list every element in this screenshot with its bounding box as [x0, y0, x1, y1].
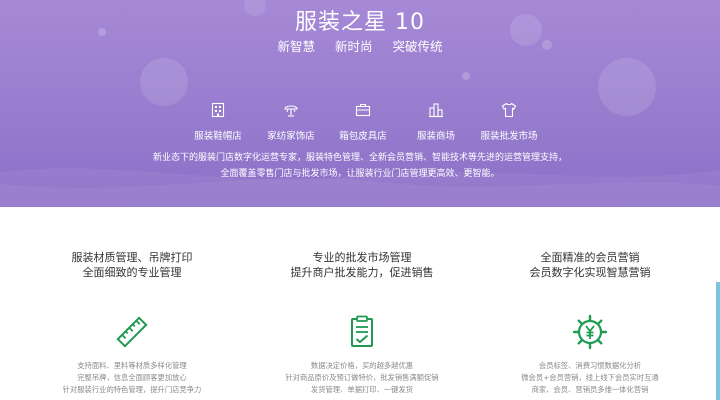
hero-subtitle-item: 新时尚 — [334, 39, 373, 54]
feature-title-line: 会员数字化实现智慧营销 — [529, 266, 651, 279]
feature-description-line: 完整吊牌，信息全面顾客更加放心 — [77, 373, 187, 382]
hero-banner: 服装之星 10 新智慧 新时尚 突破传统 服装鞋帽店 家纺家饰店 箱包皮具店 服… — [0, 0, 720, 207]
floating-side-tab[interactable] — [716, 282, 720, 400]
feature-description: 会员标签、消费习惯数据化分析 微会员+会员营销，线上线下会员实时互通 商家、会员… — [490, 360, 690, 396]
document-icon — [351, 315, 373, 347]
hero-description: 新业态下的服装门店数字化运营专家，服装特色管理、全新会员营销、智能技术等先进的运… — [0, 150, 720, 182]
store-type-label: 服装鞋帽店 — [194, 131, 242, 142]
feature-description-line: 针对商品原价及预订做特价，批发销售满额促销 — [285, 373, 439, 382]
mall-icon — [429, 103, 443, 118]
store-type-wholesale-market[interactable]: 服装批发市场 — [464, 102, 554, 143]
feature-title-line: 服装材质管理、吊牌打印 — [71, 251, 193, 264]
feature-description: 支持面料、里料等材质多样化管理 完整吊牌，信息全面顾客更加放心 针对服装行业的特… — [32, 360, 232, 396]
ruler-icon — [116, 316, 148, 348]
hero-subtitle-item: 突破传统 — [392, 39, 443, 54]
tshirt-icon — [501, 102, 517, 118]
decorative-bubble — [462, 72, 470, 80]
decorative-bubble — [598, 58, 656, 116]
store-type-label: 箱包皮具店 — [339, 131, 387, 142]
feature-title-line: 提升商户批发能力，促进销售 — [290, 266, 434, 279]
store-type-label: 服装批发市场 — [480, 131, 538, 142]
feature-title: 全面精准的会员营销 会员数字化实现智慧营销 — [490, 250, 690, 280]
feature-description-line: 数据决定价格，买的越多越优惠 — [310, 361, 414, 370]
lamp-icon — [284, 105, 298, 117]
building-icon — [211, 102, 225, 118]
feature-description-line: 会员标签、消费习惯数据化分析 — [538, 361, 642, 370]
hero-description-line: 新业态下的服装门店数字化运营专家，服装特色管理、全新会员营销、智能技术等先进的运… — [152, 153, 567, 163]
feature-title: 专业的批发市场管理 提升商户批发能力，促进销售 — [262, 250, 462, 280]
feature-wholesale-management: 专业的批发市场管理 提升商户批发能力，促进销售 数据决定价格，买的越多越优惠 针… — [262, 250, 462, 396]
feature-description-line: 发货管理、单据打印、一键发货 — [310, 385, 414, 394]
feature-member-marketing: 全面精准的会员营销 会员数字化实现智慧营销 会员标签、消费习惯数据化分析 微会员… — [490, 250, 690, 396]
feature-title-line: 全面细致的专业管理 — [82, 266, 182, 279]
store-type-label: 家纺家饰店 — [267, 131, 315, 142]
feature-title: 服装材质管理、吊牌打印 全面细致的专业管理 — [32, 250, 232, 280]
feature-title-line: 全面精准的会员营销 — [540, 251, 640, 264]
feature-description-line: 支持面料、里料等材质多样化管理 — [77, 361, 187, 370]
feature-description-line: 商家、会员、营销员多维一体化营销 — [531, 385, 649, 394]
hero-subtitle-item: 新智慧 — [277, 39, 315, 54]
feature-title-line: 专业的批发市场管理 — [312, 251, 412, 264]
feature-description-line: 微会员+会员营销，线上线下会员实时互通 — [521, 373, 659, 382]
feature-description-line: 针对服装行业的特色管理，提升门店竞争力 — [62, 385, 202, 394]
feature-material-management: 服装材质管理、吊牌打印 全面细致的专业管理 支持面料、里料等材质多样化管理 完整… — [32, 250, 232, 396]
hero-description-line: 全面覆盖零售门店与批发市场，让服装行业门店管理更高效、更智能。 — [220, 169, 500, 179]
briefcase-icon — [355, 103, 371, 117]
yuan-gear-icon — [572, 314, 608, 350]
store-type-label: 服装商场 — [416, 131, 455, 142]
hero-title: 服装之星 10 — [295, 10, 425, 35]
decorative-bubble — [140, 58, 188, 106]
feature-description: 数据决定价格，买的越多越优惠 针对商品原价及预订做特价，批发销售满额促销 发货管… — [262, 360, 462, 396]
hero-subtitle: 新智慧 新时尚 突破传统 — [0, 36, 720, 55]
